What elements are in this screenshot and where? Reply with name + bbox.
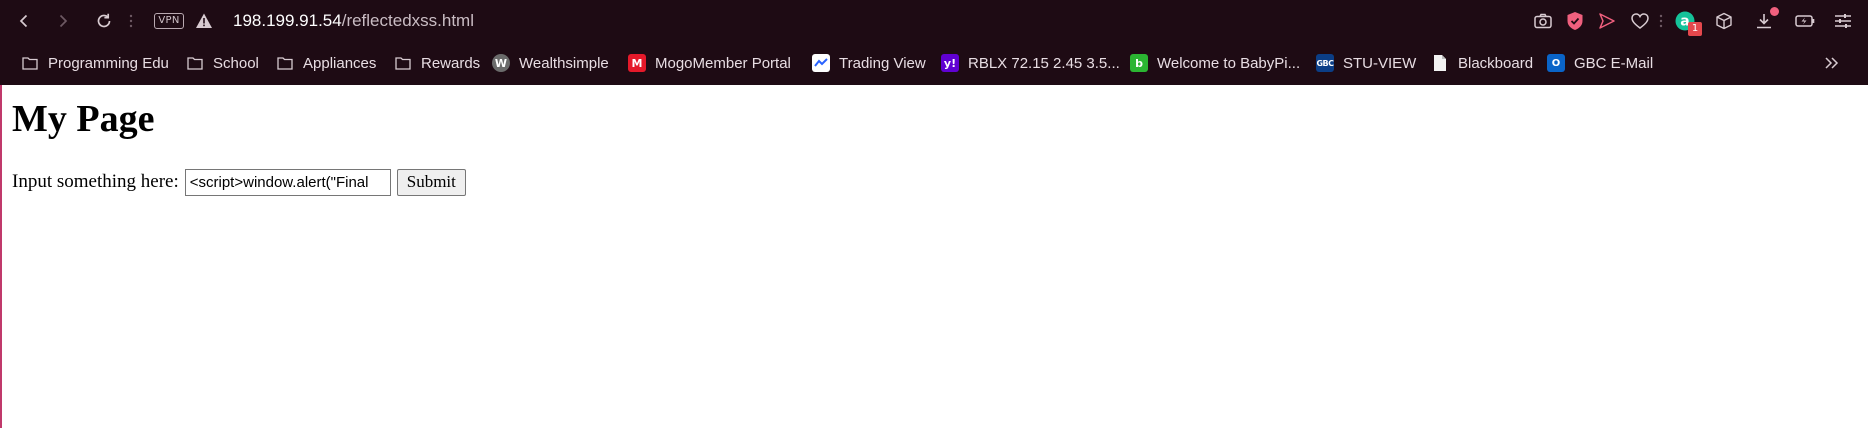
input-label: Input something here: (12, 171, 179, 192)
mogo-favicon: M (628, 54, 646, 72)
bookmark-blackboard[interactable]: Blackboard (1431, 52, 1533, 74)
folder-icon (186, 54, 204, 72)
send-arrow-icon (1599, 13, 1615, 29)
bookmark-label: GBC E-Mail (1574, 54, 1654, 72)
back-arrow-icon (19, 14, 28, 28)
bookmark-label: Programming Edu (48, 54, 169, 72)
battery-icon (1795, 15, 1815, 27)
submit-button[interactable]: Submit (396, 168, 466, 196)
bookmarks-bar: Programming Edu School Appliances Reward… (0, 48, 1868, 78)
folder-icon (394, 54, 412, 72)
bookmark-trading-view[interactable]: Trading View (812, 52, 926, 74)
bookmark-folder-school[interactable]: School (186, 52, 259, 74)
url-host: 198.199.91.54 (233, 11, 342, 30)
babypips-favicon: b (1130, 54, 1148, 72)
heart-icon (1631, 13, 1649, 29)
bookmark-stu-view[interactable]: GBC STU-VIEW (1316, 52, 1416, 74)
folder-icon (276, 54, 294, 72)
bookmark-wealthsimple[interactable]: W Wealthsimple (492, 52, 609, 74)
reload-button[interactable] (92, 9, 116, 33)
easy-setup-button[interactable] (1833, 11, 1853, 31)
battery-saver-button[interactable] (1795, 11, 1815, 31)
bookmark-folder-programming-edu[interactable]: Programming Edu (21, 52, 169, 74)
bookmark-label: Trading View (839, 54, 926, 72)
adblock-button[interactable] (1565, 11, 1585, 31)
outlook-favicon: O (1547, 54, 1565, 72)
bookmark-label: STU-VIEW (1343, 54, 1417, 72)
folder-icon (21, 54, 39, 72)
document-favicon (1431, 54, 1449, 72)
separator-dots-right (1659, 14, 1663, 28)
download-icon (1757, 14, 1771, 29)
gbc-favicon: GBC (1316, 54, 1334, 72)
bookmark-label: Blackboard (1458, 54, 1534, 72)
back-button[interactable] (12, 9, 36, 33)
forward-button[interactable] (51, 9, 75, 33)
text-input[interactable] (184, 168, 391, 196)
bookmark-gbc-email[interactable]: O GBC E-Mail (1547, 52, 1653, 74)
bookmark-label: Wealthsimple (519, 54, 609, 72)
pinboard-button[interactable] (1630, 11, 1650, 31)
forward-arrow-icon (59, 14, 68, 28)
url-field[interactable]: 198.199.91.54/reflectedxss.html (233, 10, 474, 32)
bookmark-label: Welcome to BabyPi... (1157, 54, 1301, 72)
vpn-badge[interactable]: VPN (154, 13, 184, 29)
url-path: /reflectedxss.html (341, 11, 474, 30)
bookmark-label: RBLX 72.15 2.45 3.5... (968, 54, 1120, 72)
bookmark-folder-appliances[interactable]: Appliances (276, 52, 376, 74)
extension-badge: 1 (1688, 22, 1702, 36)
separator-dots (129, 14, 133, 28)
shield-icon (1567, 12, 1583, 30)
snapshot-button[interactable] (1533, 11, 1553, 31)
extensions-menu-button[interactable] (1714, 11, 1734, 31)
not-secure-warning-icon[interactable] (195, 12, 213, 30)
more-bookmarks-chevron-icon[interactable] (1820, 54, 1844, 72)
bookmark-babypips[interactable]: b Welcome to BabyPi... (1130, 52, 1300, 74)
page-title: My Page (12, 98, 155, 140)
bookmark-rblx[interactable]: y! RBLX 72.15 2.45 3.5... (941, 52, 1120, 74)
bookmark-label: MogoMember Portal (655, 54, 791, 72)
sliders-icon (1835, 14, 1851, 28)
bookmark-label: School (213, 54, 259, 72)
camera-icon (1534, 13, 1552, 29)
wealthsimple-favicon: W (492, 54, 510, 72)
bookmark-folder-rewards[interactable]: Rewards (394, 52, 480, 74)
bookmark-label: Rewards (421, 54, 481, 72)
yahoo-favicon: y! (941, 54, 959, 72)
reload-icon (97, 13, 111, 28)
downloads-notification-dot (1770, 7, 1779, 16)
address-bar-row: VPN 198.199.91.54/reflectedxss.html a 1 (0, 0, 1868, 42)
input-form: Input something here: Submit (12, 168, 466, 196)
browser-chrome: VPN 198.199.91.54/reflectedxss.html a 1 … (0, 0, 1868, 85)
cube-icon (1716, 12, 1732, 30)
page-viewport: My Page Input something here: Submit (0, 85, 1868, 428)
flow-button[interactable] (1597, 11, 1617, 31)
bookmark-mogo[interactable]: M MogoMember Portal (628, 52, 791, 74)
tradingview-favicon (812, 54, 830, 72)
bookmark-label: Appliances (303, 54, 377, 72)
